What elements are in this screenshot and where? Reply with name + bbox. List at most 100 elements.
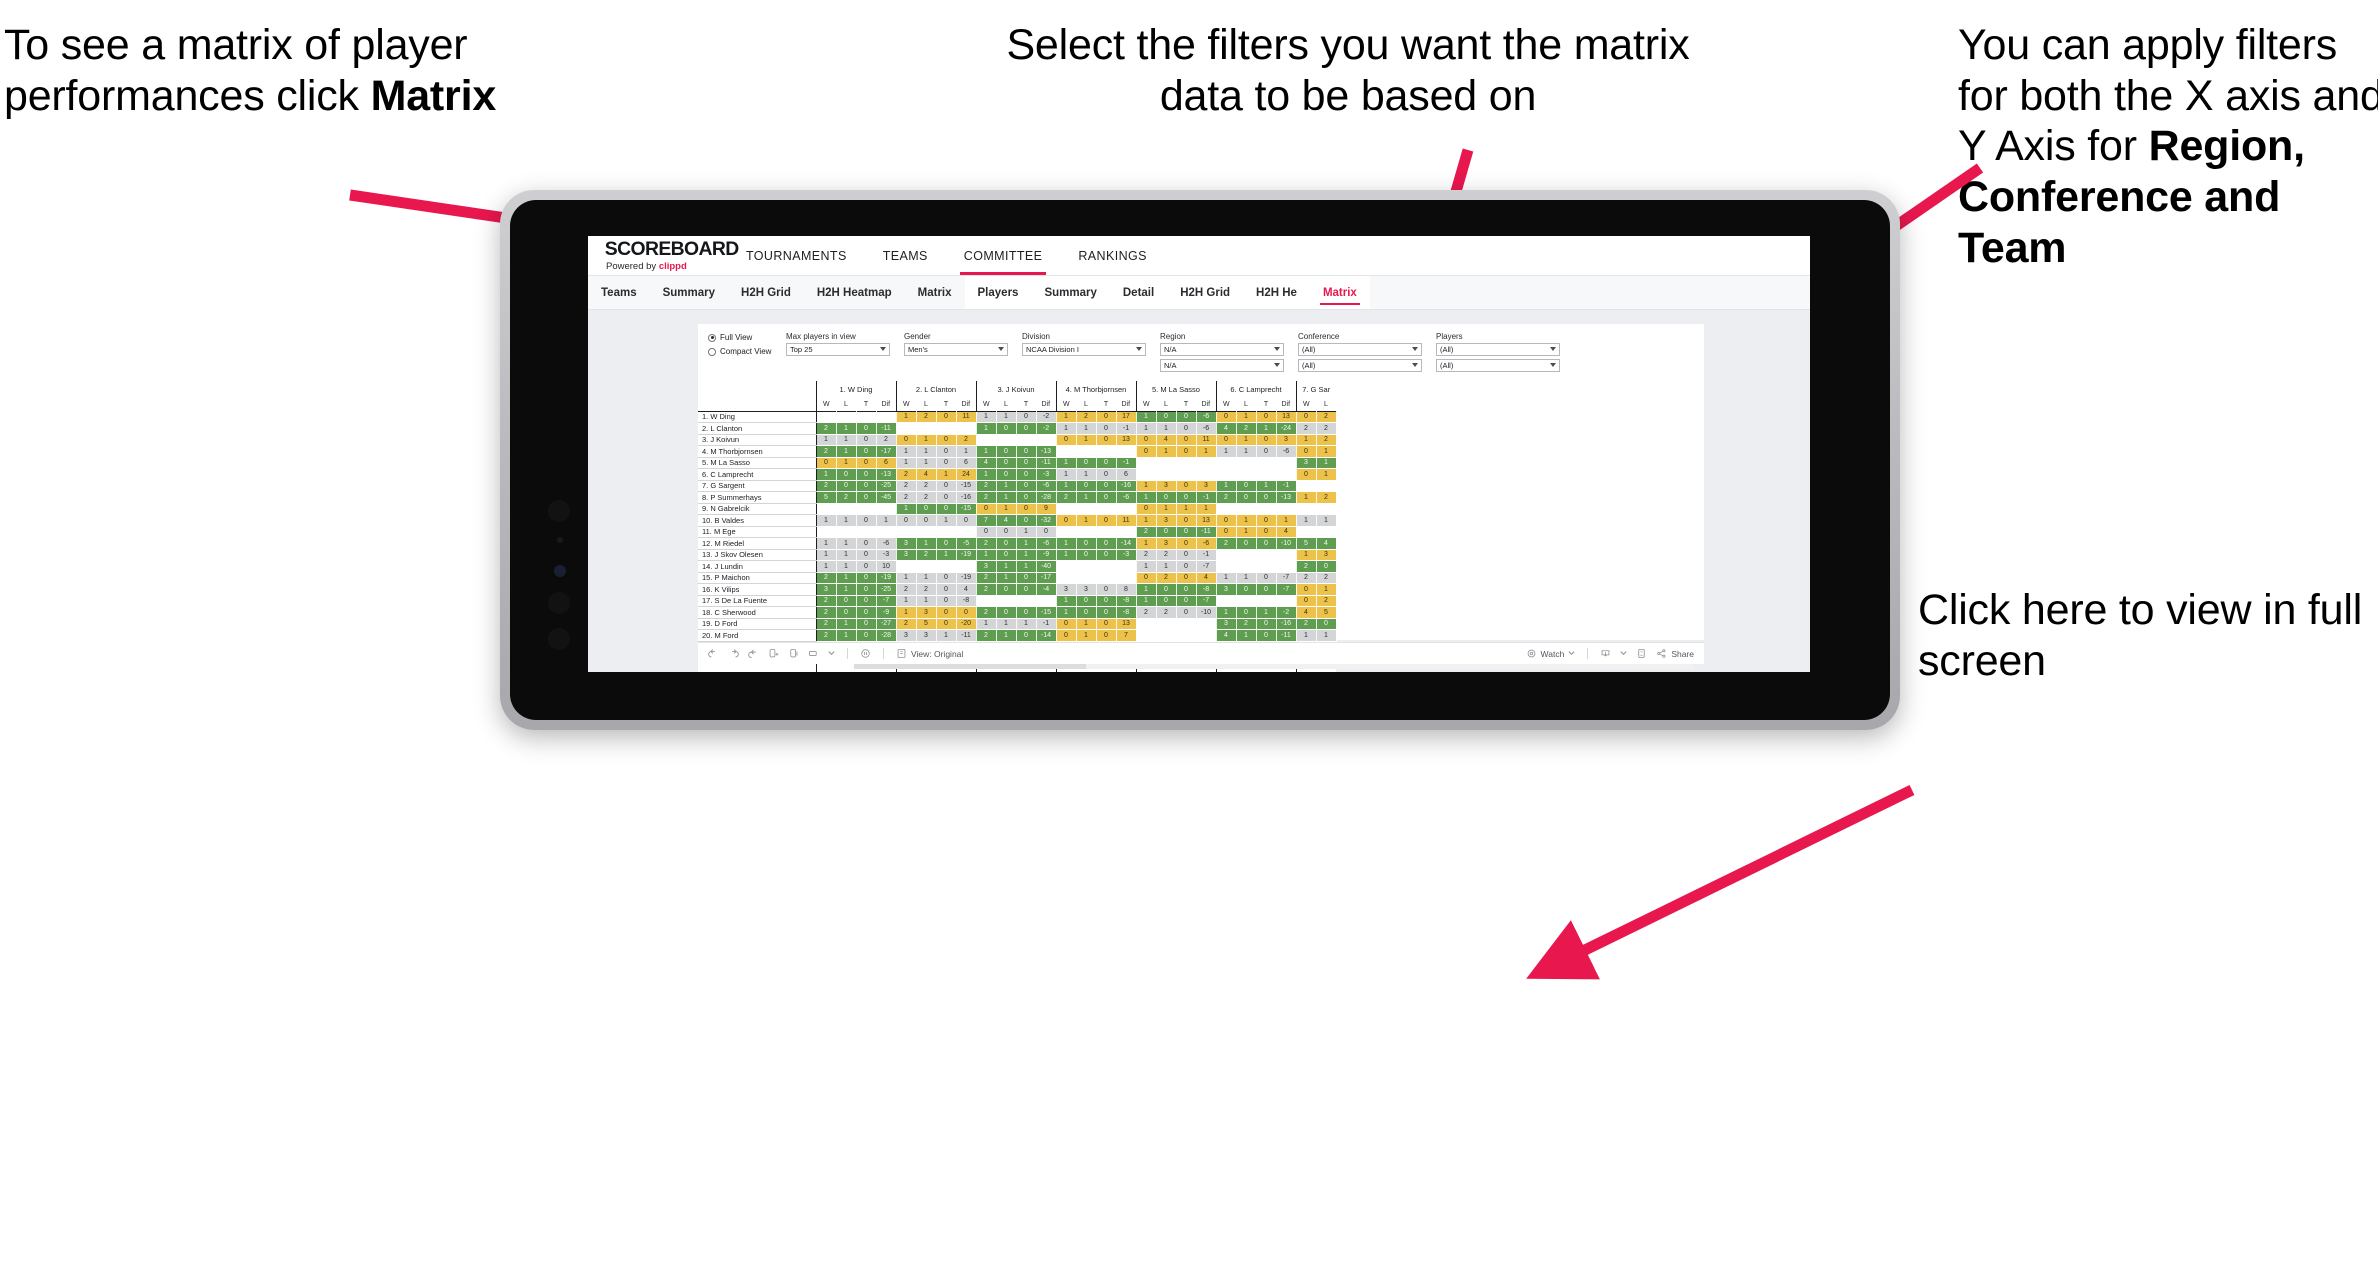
matrix-cell[interactable] [1116,572,1137,584]
matrix-cell[interactable]: 6 [876,457,897,469]
save-pin-icon[interactable] [768,648,779,659]
matrix-cell[interactable] [1176,468,1197,481]
matrix-cell[interactable]: 1 [1176,503,1197,515]
matrix-cell[interactable]: 0 [1096,410,1117,423]
matrix-cell[interactable]: -20 [956,618,977,630]
matrix-cell[interactable]: -19 [956,572,977,584]
matrix-cell[interactable]: 1 [1316,445,1337,458]
subnav-players-h2h-grid[interactable]: H2H Grid [1167,276,1243,309]
matrix-cell[interactable] [936,422,957,435]
undo-icon[interactable] [708,648,719,659]
matrix-cell[interactable] [1116,526,1137,538]
matrix-cell[interactable]: 4 [1276,526,1297,538]
matrix-cell[interactable]: 0 [936,572,957,584]
nav-rankings[interactable]: RANKINGS [1060,236,1165,275]
matrix-cell[interactable]: 4 [1215,422,1237,435]
matrix-cell[interactable]: 5 [815,491,837,504]
matrix-row[interactable]: 1. W Ding 1 2 0 11 1 1 0 -2 1 2 0 17 1 0 0 -6 0 1 0 13 0 2 [698,410,1337,423]
matrix-cell[interactable]: 0 [1055,514,1077,527]
matrix-cell[interactable]: -45 [876,491,897,504]
matrix-cell[interactable]: 0 [1176,514,1197,527]
device-layout-icon[interactable] [788,648,799,659]
matrix-cell[interactable]: 2 [1295,618,1317,630]
matrix-cell[interactable]: 3 [1156,537,1177,550]
matrix-cell[interactable]: 0 [956,514,977,527]
matrix-cell[interactable] [1236,503,1257,515]
matrix-cell[interactable]: 2 [975,629,997,642]
matrix-cell[interactable]: 0 [856,606,877,619]
matrix-cell[interactable]: 1 [895,595,917,607]
matrix-cell[interactable]: 1 [1135,595,1157,607]
matrix-cell[interactable]: 1 [1215,445,1237,458]
matrix-cell[interactable]: 2 [1215,491,1237,504]
matrix-cell[interactable]: 2 [1295,560,1317,573]
matrix-cell[interactable]: 1 [1316,457,1337,469]
matrix-cell[interactable]: 5 [1316,606,1337,619]
matrix-cell[interactable]: 2 [956,434,977,446]
matrix-cell[interactable]: 0 [856,572,877,584]
matrix-cell[interactable]: 0 [1236,480,1257,492]
matrix-cell[interactable]: 8 [1116,583,1137,596]
matrix-cell[interactable]: 0 [975,526,997,538]
matrix-cell[interactable]: -6 [1276,445,1297,458]
subnav-players-summary[interactable]: Summary [1031,276,1109,309]
matrix-cell[interactable] [836,410,857,423]
matrix-cell[interactable]: 0 [1176,410,1197,423]
matrix-cell[interactable]: 0 [1176,572,1197,584]
matrix-cell[interactable]: 0 [996,445,1017,458]
matrix-cell[interactable]: 1 [1076,468,1097,481]
matrix-cell[interactable]: 2 [1135,526,1157,538]
matrix-cell[interactable]: 1 [975,445,997,458]
matrix-cell[interactable]: 0 [1135,503,1157,515]
matrix-cell[interactable] [1176,457,1197,469]
matrix-cell[interactable] [1096,572,1117,584]
matrix-cell[interactable]: 0 [1055,434,1077,446]
matrix-cell[interactable]: 0 [996,549,1017,561]
matrix-cell[interactable]: 1 [1135,410,1157,423]
matrix-cell[interactable]: 2 [1215,537,1237,550]
filter-conference-select-y[interactable]: (All) [1298,359,1422,372]
matrix-cell[interactable]: 0 [856,618,877,630]
matrix-cell[interactable]: 3 [916,606,937,619]
matrix-cell[interactable]: 7 [975,514,997,527]
matrix-row[interactable]: 17. S De La Fuente 2 0 0 -7 1 1 0 -8 1 0 0 -8 1 0 0 -7 0 2 [698,595,1337,607]
matrix-cell[interactable]: 1 [1055,480,1077,492]
matrix-cell[interactable]: -16 [956,491,977,504]
matrix-cell[interactable]: 0 [936,491,957,504]
matrix-row[interactable]: 6. C Lamprecht 1 0 0 -13 2 4 1 24 1 0 0 -3 1 1 0 6 0 1 [698,468,1337,481]
matrix-cell[interactable]: 2 [895,480,917,492]
matrix-cell[interactable] [1135,618,1157,630]
matrix-cell[interactable]: 4 [916,468,937,481]
matrix-cell[interactable]: 0 [836,480,857,492]
matrix-cell[interactable] [1276,468,1297,481]
matrix-cell[interactable]: 4 [956,583,977,596]
matrix-cell[interactable]: -8 [1196,583,1217,596]
matrix-cell[interactable] [1036,434,1057,446]
matrix-cell[interactable]: 2 [916,583,937,596]
matrix-cell[interactable]: 0 [856,491,877,504]
matrix-cell[interactable] [1196,468,1217,481]
matrix-cell[interactable]: 1 [836,434,857,446]
filter-max-players-select[interactable]: Top 25 [786,343,890,356]
matrix-cell[interactable] [1055,560,1077,573]
matrix-cell[interactable]: -15 [956,503,977,515]
matrix-cell[interactable] [895,526,917,538]
filter-players-select-y[interactable]: (All) [1436,359,1560,372]
matrix-cell[interactable] [1096,445,1117,458]
matrix-cell[interactable]: -11 [876,422,897,435]
matrix-cell[interactable]: 2 [1316,572,1337,584]
matrix-cell[interactable]: 2 [975,606,997,619]
matrix-cell[interactable]: -13 [1276,491,1297,504]
matrix-cell[interactable]: -7 [1196,595,1217,607]
matrix-cell[interactable]: 1 [1076,434,1097,446]
matrix-cell[interactable]: 1 [1295,434,1317,446]
matrix-cell[interactable]: 1 [1236,445,1257,458]
matrix-cell[interactable] [1096,560,1117,573]
matrix-cell[interactable]: 0 [1156,491,1177,504]
matrix-cell[interactable]: -8 [956,595,977,607]
matrix-cell[interactable]: 1 [956,445,977,458]
matrix-cell[interactable]: 0 [1076,480,1097,492]
matrix-cell[interactable]: 4 [1156,434,1177,446]
matrix-cell[interactable]: 2 [1316,410,1337,423]
matrix-cell[interactable] [876,410,897,423]
